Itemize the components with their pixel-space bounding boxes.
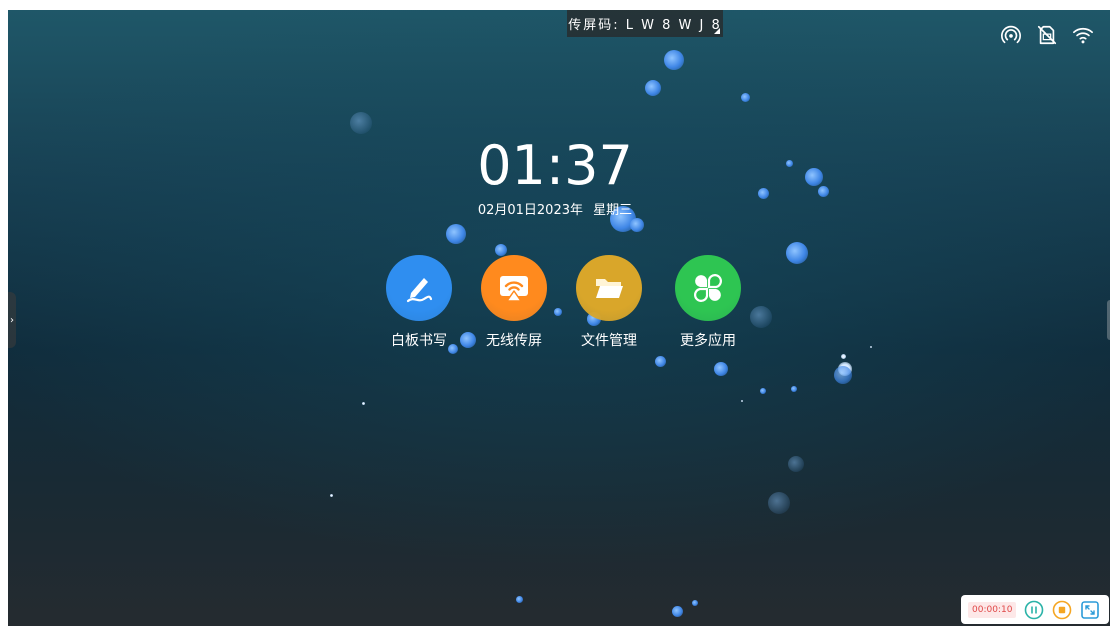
no-sim-icon bbox=[1037, 25, 1057, 45]
chevron-right-icon: › bbox=[10, 314, 14, 326]
app-file-manager[interactable]: 文件管理 bbox=[569, 255, 649, 350]
app-label: 无线传屏 bbox=[486, 333, 542, 349]
bubble-decoration bbox=[834, 366, 852, 384]
screen-code-bar[interactable]: 传屏码: L W 8 W J 8 bbox=[567, 10, 723, 37]
pen-icon bbox=[406, 278, 433, 303]
left-drawer-handle[interactable]: › bbox=[8, 292, 16, 348]
corner-arrow-icon bbox=[714, 28, 720, 34]
wifi-icon bbox=[1073, 27, 1093, 44]
bubble-decoration bbox=[760, 388, 766, 394]
bubble-decoration bbox=[516, 596, 523, 603]
bubble-decoration bbox=[741, 93, 750, 102]
bubble-decoration bbox=[630, 218, 644, 232]
bubble-decoration bbox=[672, 606, 683, 617]
app-wireless-cast-button[interactable] bbox=[481, 255, 547, 321]
date-text: 02月01日2023年 bbox=[477, 203, 583, 218]
bubble-decoration bbox=[692, 600, 698, 606]
bubble-decoration bbox=[645, 80, 661, 96]
hotspot-icon bbox=[1001, 25, 1021, 44]
app-label: 白板书写 bbox=[391, 333, 447, 349]
bubble-decoration bbox=[362, 402, 365, 405]
app-label: 文件管理 bbox=[581, 333, 637, 349]
app-whiteboard-button[interactable] bbox=[386, 255, 452, 321]
screen-code-label: 传屏码: L W 8 W J 8 bbox=[568, 18, 722, 33]
weekday-text: 星期三 bbox=[593, 203, 633, 218]
apps-grid-icon bbox=[694, 274, 722, 302]
clock-date: 02月01日2023年 星期三 bbox=[0, 199, 1110, 218]
folder-icon bbox=[596, 279, 623, 298]
clock-time: 01:37 bbox=[477, 134, 633, 197]
app-whiteboard[interactable]: 白板书写 bbox=[379, 255, 459, 350]
bubble-decoration bbox=[714, 362, 728, 376]
recording-elapsed-time: 00:00:10 bbox=[968, 601, 1017, 618]
bubble-decoration bbox=[655, 356, 666, 367]
bubble-decoration bbox=[664, 50, 684, 70]
bubble-decoration bbox=[446, 224, 466, 244]
expand-icon[interactable] bbox=[1080, 600, 1100, 620]
app-wireless-cast[interactable]: 无线传屏 bbox=[474, 255, 554, 350]
bubble-decoration bbox=[330, 494, 333, 497]
pause-icon[interactable] bbox=[1024, 600, 1044, 620]
bubble-decoration bbox=[350, 112, 372, 134]
bubble-decoration bbox=[768, 492, 790, 514]
screen-recorder-bar: 00:00:10 bbox=[961, 595, 1109, 624]
app-file-manager-button[interactable] bbox=[576, 255, 642, 321]
app-launcher: 白板书写 无线传屏 文件管理 更多应用 bbox=[0, 255, 1110, 355]
bubble-decoration bbox=[791, 386, 797, 392]
bubble-decoration bbox=[788, 456, 804, 472]
app-more-apps-button[interactable] bbox=[675, 255, 741, 321]
app-label: 更多应用 bbox=[680, 333, 736, 349]
status-icons bbox=[1000, 24, 1094, 46]
app-more-apps[interactable]: 更多应用 bbox=[668, 255, 748, 350]
cast-icon bbox=[500, 276, 528, 302]
bubble-decoration bbox=[741, 400, 743, 402]
stop-icon[interactable] bbox=[1052, 600, 1072, 620]
